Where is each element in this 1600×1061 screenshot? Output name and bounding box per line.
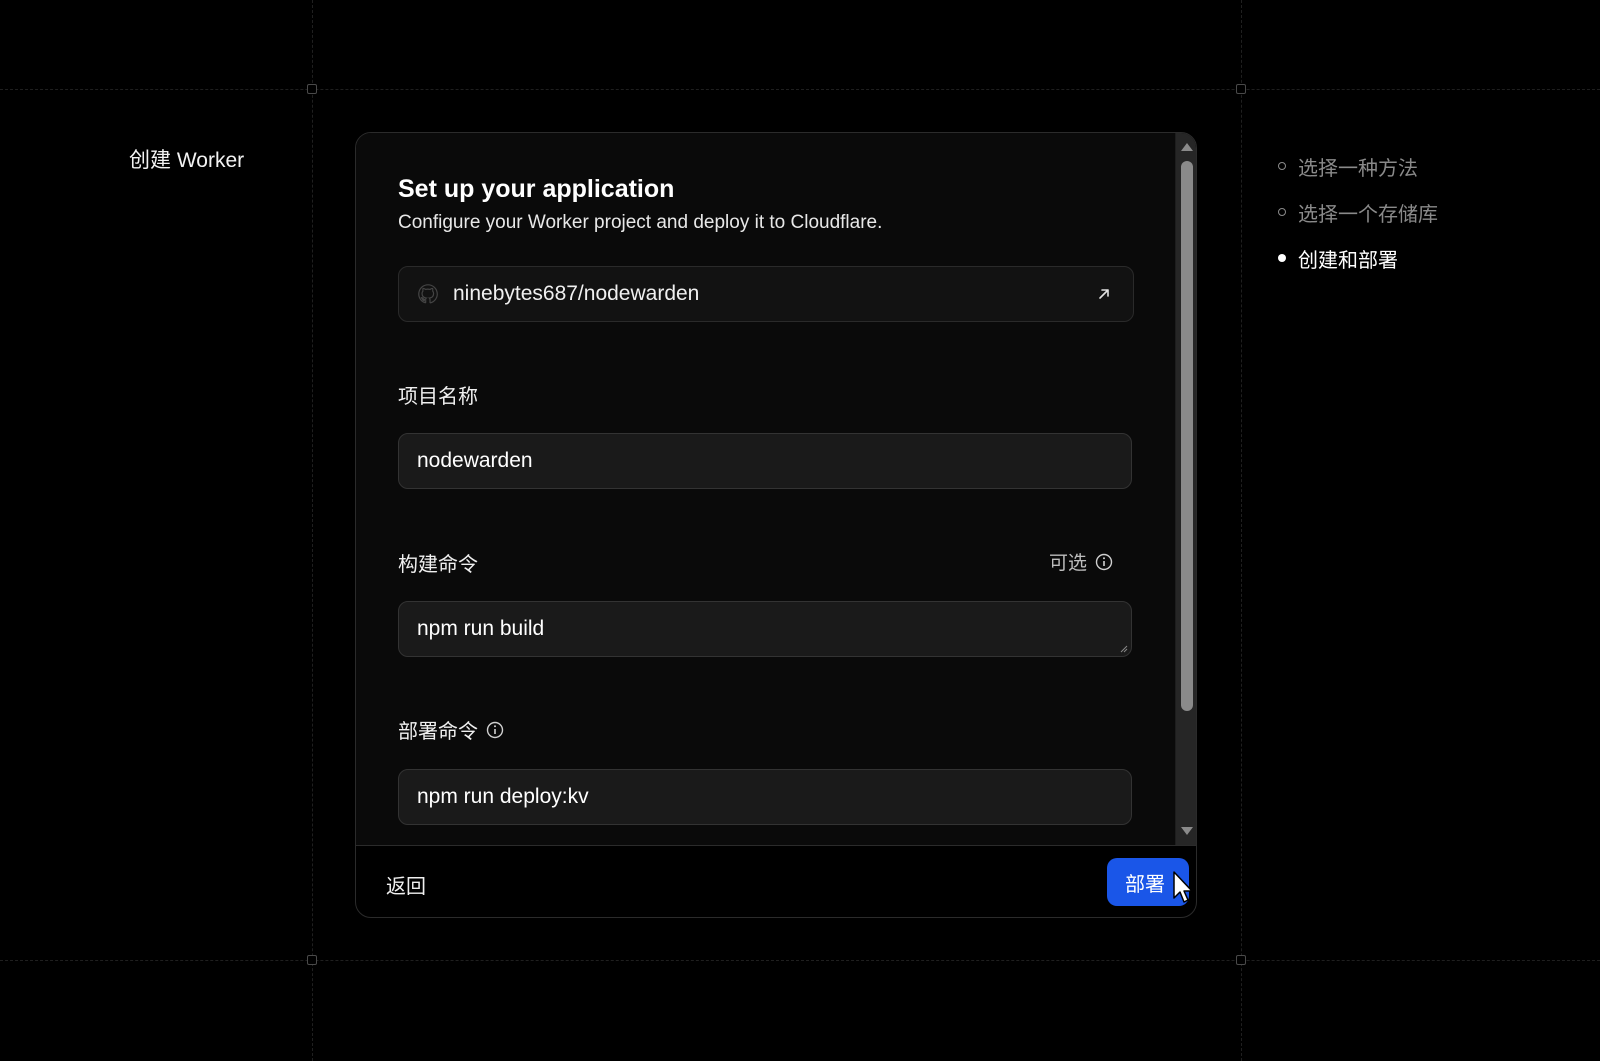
guide-line (1241, 0, 1242, 1061)
setup-card: Set up your application Configure your W… (355, 132, 1197, 918)
optional-label: 可选 (1048, 553, 1087, 574)
step-item: 选择一种方法 (1278, 143, 1438, 189)
optional-hint: 可选 (1049, 548, 1113, 575)
progress-steps: 选择一种方法 选择一个存储库 创建和部署 (1278, 143, 1438, 281)
page-title: 创建 Worker (129, 149, 245, 172)
scroll-thumb[interactable] (1181, 161, 1193, 711)
resize-handle-icon[interactable] (1120, 645, 1128, 653)
app-subtitle: Configure your Worker project and deploy… (398, 212, 883, 233)
info-icon[interactable] (1095, 553, 1113, 571)
deploy-command-label: 部署命令 (398, 721, 478, 743)
step-dot-icon (1278, 208, 1286, 216)
build-command-label: 构建命令 (398, 554, 478, 576)
github-icon (418, 284, 438, 304)
scroll-down-icon[interactable] (1181, 827, 1193, 835)
back-button[interactable]: 返回 (386, 870, 426, 899)
step-label: 选择一种方法 (1298, 157, 1418, 180)
external-link-icon[interactable] (1095, 285, 1113, 303)
guide-line (0, 960, 1600, 961)
project-name-input[interactable] (398, 433, 1132, 489)
project-name-label: 项目名称 (398, 386, 478, 408)
guide-line (312, 0, 313, 1061)
step-label: 选择一个存储库 (1298, 203, 1438, 226)
guide-line (0, 89, 1600, 90)
guide-corner (1236, 955, 1246, 965)
step-label: 创建和部署 (1298, 249, 1398, 272)
guide-corner (1236, 84, 1246, 94)
app-title: Set up your application (398, 175, 675, 203)
step-dot-icon (1278, 162, 1286, 170)
repository-link[interactable]: ninebytes687/nodewarden (398, 266, 1134, 322)
deploy-command-label-row: 部署命令 (398, 715, 504, 744)
scrollbar[interactable] (1176, 133, 1196, 845)
guide-corner (307, 955, 317, 965)
deploy-command-input[interactable] (398, 769, 1132, 825)
card-footer: 返回 部署 (356, 845, 1196, 917)
info-icon[interactable] (486, 721, 504, 739)
step-item: 选择一个存储库 (1278, 189, 1438, 235)
build-command-input[interactable] (398, 601, 1132, 657)
mouse-pointer-icon (1173, 871, 1193, 903)
step-dot-icon (1278, 254, 1286, 262)
guide-corner (307, 84, 317, 94)
step-item: 创建和部署 (1278, 235, 1438, 281)
repository-name: ninebytes687/nodewarden (453, 282, 700, 305)
scroll-up-icon[interactable] (1181, 143, 1193, 151)
build-command-field (398, 601, 1132, 657)
setup-form: Set up your application Configure your W… (356, 133, 1176, 845)
